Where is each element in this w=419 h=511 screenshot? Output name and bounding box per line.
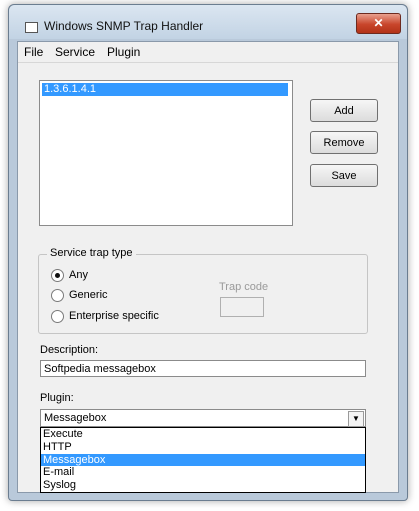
title-bar[interactable]: Windows SNMP Trap Handler ✕ [9, 5, 407, 39]
menu-bar: File Service Plugin [18, 42, 398, 63]
list-item[interactable]: 1.3.6.1.4.1 [42, 83, 288, 96]
service-trap-type-group: Service trap type Any Generic Enterprise… [38, 247, 368, 334]
save-button[interactable]: Save [310, 164, 378, 187]
chevron-down-icon[interactable]: ▼ [348, 411, 364, 427]
plugin-label: Plugin: [40, 392, 74, 404]
radio-enterprise-specific[interactable] [51, 310, 64, 323]
plugin-option-syslog[interactable]: Syslog [41, 479, 365, 492]
close-button[interactable]: ✕ [356, 13, 401, 34]
radio-generic-label[interactable]: Generic [69, 289, 108, 301]
group-label: Service trap type [47, 247, 136, 259]
trap-code-label: Trap code [219, 281, 269, 293]
trap-code-input[interactable] [220, 297, 264, 317]
menu-file[interactable]: File [24, 45, 43, 59]
trap-oid-list[interactable]: 1.3.6.1.4.1 [39, 80, 293, 226]
app-icon [25, 22, 38, 33]
plugin-select[interactable]: Messagebox ▼ [40, 409, 366, 427]
plugin-option-http[interactable]: HTTP [41, 441, 365, 454]
plugin-option-messagebox[interactable]: Messagebox [41, 453, 365, 467]
plugin-selected-value: Messagebox [44, 412, 107, 424]
menu-plugin[interactable]: Plugin [107, 45, 140, 59]
remove-button[interactable]: Remove [310, 131, 378, 154]
plugin-option-execute[interactable]: Execute [41, 428, 365, 441]
radio-any[interactable] [51, 269, 64, 282]
radio-enterprise-specific-label[interactable]: Enterprise specific [69, 310, 159, 322]
radio-any-label[interactable]: Any [69, 269, 88, 281]
description-field[interactable]: Softpedia messagebox [40, 360, 366, 377]
radio-generic[interactable] [51, 289, 64, 302]
menu-service[interactable]: Service [55, 45, 95, 59]
description-label: Description: [40, 344, 99, 356]
add-button[interactable]: Add [310, 99, 378, 122]
client-area: File Service Plugin 1.3.6.1.4.1 Add Remo… [17, 41, 399, 493]
window-title: Windows SNMP Trap Handler [44, 19, 204, 33]
plugin-dropdown-list: Execute HTTP Messagebox E-mail Syslog [40, 427, 366, 493]
plugin-option-email[interactable]: E-mail [41, 466, 365, 479]
main-window: Windows SNMP Trap Handler ✕ File Service… [8, 4, 408, 501]
